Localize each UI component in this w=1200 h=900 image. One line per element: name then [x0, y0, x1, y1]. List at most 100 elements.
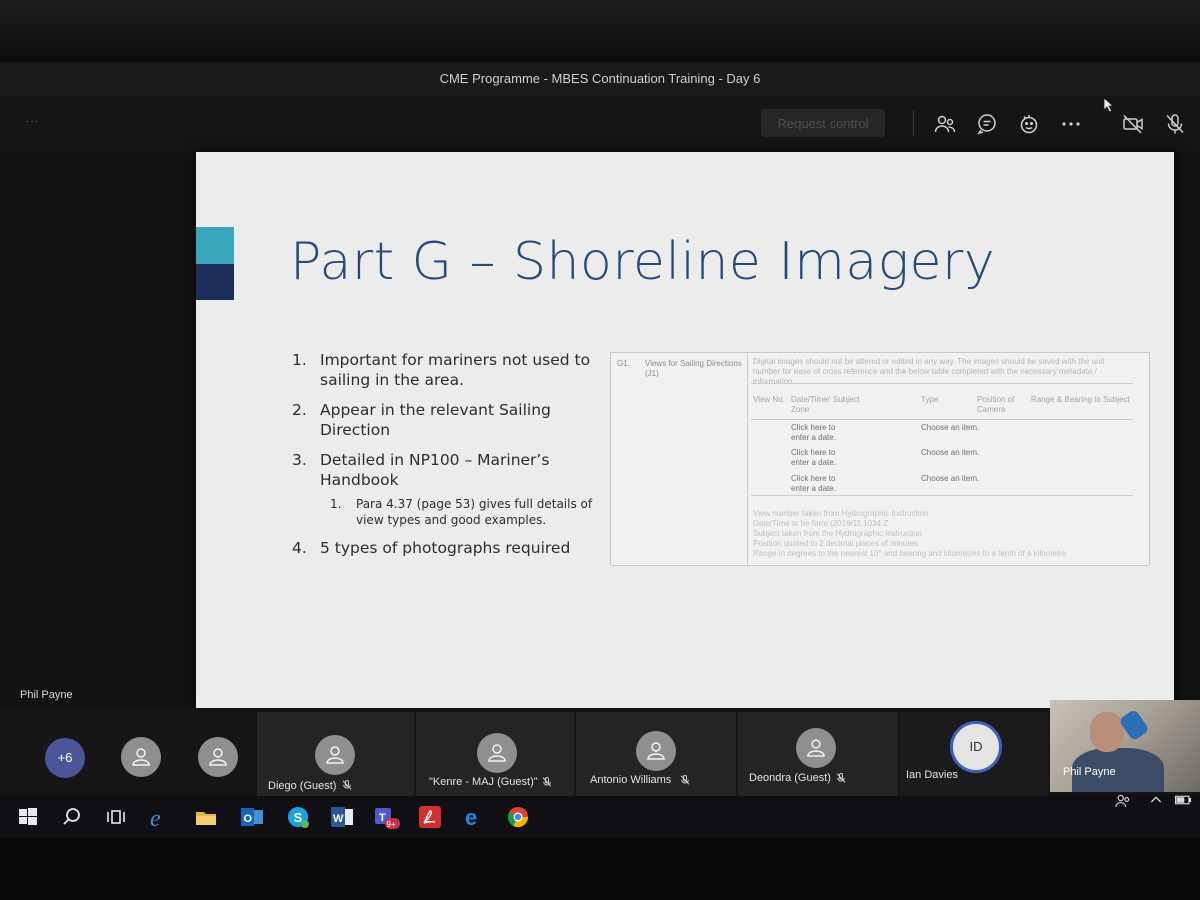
svg-text:e: e — [465, 805, 477, 830]
bullet-item: 1. Important for mariners not used to sa… — [292, 350, 602, 390]
window-title: CME Programme - MBES Continuation Traini… — [439, 71, 761, 86]
form-footnote: Position quoted to 2 decimal places of m… — [753, 539, 918, 548]
acrobat-icon[interactable] — [416, 803, 444, 831]
toolbar-indicator: ··· — [26, 116, 39, 127]
presenter-name: Phil Payne — [20, 689, 73, 701]
mic-off-icon — [541, 775, 553, 793]
form-footnote: View number taken from Hydrographic Inst… — [753, 509, 929, 518]
mic-off-icon — [341, 778, 353, 796]
monitor-bezel-bottom — [0, 838, 1200, 900]
slide-bullet-list: 1. Important for mariners not used to sa… — [292, 350, 602, 568]
participant-avatar — [477, 733, 517, 773]
slide-title: Part G – Shoreline Imagery — [290, 232, 996, 292]
slide-accent-navy — [196, 264, 234, 300]
form-footnotes: View number taken from Hydrographic Inst… — [753, 509, 1133, 559]
date-picker-field[interactable]: Click here to enter a date. — [791, 474, 841, 494]
svg-text:O: O — [244, 813, 253, 825]
participant-name: "Kenre - MAJ (Guest)" — [429, 776, 538, 788]
form-header-subject: Subject — [833, 395, 860, 404]
sailing-directions-form: G1. Views for Sailing Directions (J1) Di… — [610, 352, 1150, 566]
word-icon[interactable]: W — [328, 803, 356, 831]
svg-text:S: S — [294, 810, 303, 825]
self-video-tile[interactable]: Phil Payne — [1050, 700, 1200, 792]
bullet-text: Appear in the relevant Sailing Direction — [320, 401, 551, 439]
more-options-icon[interactable] — [1059, 112, 1083, 136]
chevron-up-icon[interactable] — [1148, 792, 1164, 813]
self-video-name: Phil Payne — [1063, 766, 1116, 778]
bullet-text: Detailed in NP100 – Mariner’s Handbook — [320, 451, 550, 489]
slide-accent-teal — [196, 227, 234, 264]
toolbar-divider — [913, 110, 914, 136]
participant-name: Ian Davies — [906, 769, 958, 781]
form-header-date: Date/Time/ Zone — [791, 395, 830, 414]
participant-name: Deondra (Guest) — [749, 772, 831, 784]
edge-icon[interactable]: e — [460, 803, 488, 831]
type-dropdown[interactable]: Choose an item. — [921, 448, 979, 458]
form-divider — [747, 353, 748, 565]
shared-slide: Part G – Shoreline Imagery 1. Important … — [196, 152, 1174, 708]
monitor-bezel-top — [0, 0, 1200, 62]
form-footnote: Range in degrees to the nearest 10° and … — [753, 549, 1067, 558]
participant-avatar — [636, 731, 676, 771]
mic-off-icon[interactable] — [1163, 112, 1187, 136]
mouse-cursor-icon — [1103, 97, 1115, 118]
teams-badge: 9+ — [387, 820, 396, 829]
people-icon[interactable] — [933, 112, 957, 136]
windows-taskbar — [0, 796, 1200, 838]
form-code: G1. — [617, 359, 630, 368]
task-view-icon[interactable] — [102, 803, 130, 831]
bullet-number: 1. — [330, 497, 342, 511]
file-explorer-icon[interactable] — [192, 803, 220, 831]
more-participants-button[interactable]: +6 — [45, 738, 85, 778]
mic-off-icon — [679, 773, 691, 791]
form-rule — [751, 495, 1133, 496]
participant-name: Antonio Williams — [590, 774, 672, 786]
form-header-range: Range & Bearing to Subject — [1031, 395, 1130, 404]
teams-icon[interactable]: T 9+ — [372, 803, 400, 831]
camera-off-icon[interactable] — [1121, 112, 1145, 136]
bullet-number: 2. — [292, 401, 307, 419]
bullet-number: 4. — [292, 539, 307, 557]
chat-icon[interactable] — [975, 112, 999, 136]
sub-bullet-item: 1. Para 4.37 (page 53) gives full detail… — [292, 496, 602, 528]
participant-initials-avatar: ID — [950, 721, 1002, 773]
bullet-text: 5 types of photographs required — [320, 539, 571, 557]
type-dropdown[interactable]: Choose an item. — [921, 474, 979, 484]
form-rule — [751, 383, 1133, 384]
date-picker-field[interactable]: Click here to enter a date. — [791, 423, 841, 443]
participant-avatar[interactable] — [121, 737, 161, 777]
windows-start-icon[interactable] — [14, 803, 42, 831]
date-picker-field[interactable]: Click here to enter a date. — [791, 448, 841, 468]
outlook-icon[interactable]: O — [238, 803, 266, 831]
participant-avatar — [315, 735, 355, 775]
bullet-text: Para 4.37 (page 53) gives full details o… — [356, 497, 593, 527]
chrome-icon[interactable] — [504, 803, 532, 831]
skype-icon[interactable]: S — [284, 803, 312, 831]
mic-off-icon — [835, 771, 847, 789]
svg-text:e: e — [150, 806, 161, 831]
reactions-icon[interactable] — [1017, 112, 1041, 136]
search-icon[interactable] — [58, 803, 86, 831]
form-footnote: Date/Time to be form (2016/11 1034 Z — [753, 519, 889, 528]
participant-avatar[interactable] — [198, 737, 238, 777]
type-dropdown[interactable]: Choose an item. — [921, 423, 979, 433]
form-header-view-no: View No. — [753, 395, 785, 404]
svg-text:T: T — [379, 812, 386, 824]
edge-legacy-icon[interactable]: e — [146, 803, 174, 831]
form-rule — [751, 419, 1133, 420]
form-header-position: Position of Camera — [977, 395, 1015, 414]
bullet-item: 2. Appear in the relevant Sailing Direct… — [292, 400, 602, 440]
request-control-button[interactable]: Request control — [761, 109, 885, 137]
people-tray-icon[interactable] — [1114, 792, 1132, 815]
bullet-number: 1. — [292, 351, 307, 369]
battery-icon[interactable] — [1174, 792, 1192, 813]
form-header-type: Type — [921, 395, 939, 404]
form-label: Views for Sailing Directions (J1) — [645, 359, 742, 378]
form-footnote: Subject taken from the Hydrographic Inst… — [753, 529, 922, 538]
bullet-text: Important for mariners not used to saili… — [320, 351, 591, 389]
participant-avatar — [796, 728, 836, 768]
bullet-item: 3. Detailed in NP100 – Mariner’s Handboo… — [292, 450, 602, 490]
participant-name: Diego (Guest) — [268, 780, 337, 792]
bullet-number: 3. — [292, 451, 307, 469]
video-person-head — [1090, 712, 1124, 752]
